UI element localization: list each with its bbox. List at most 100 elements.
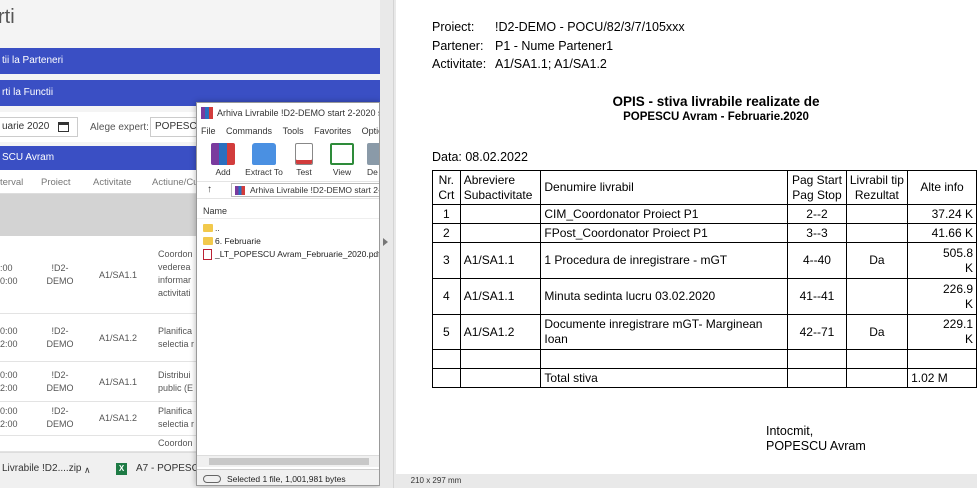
add-button[interactable]: Add (205, 141, 241, 181)
up-arrow-icon[interactable]: ↑ (207, 182, 212, 198)
cell-proiect: !D2- DEMO (46, 326, 74, 349)
download-item-zip[interactable]: Livrabile !D2....zip (2, 463, 81, 474)
cell-alte: 37.24 K (907, 204, 977, 224)
month-value: uarie 2020 (2, 121, 50, 132)
cell-activitate: A1/SA1.2 (98, 413, 138, 423)
sidebar-toggle[interactable] (380, 0, 394, 488)
table-header-row: Nr. Crt Abreviere Subactivitate Denumire l… (432, 170, 977, 205)
document-title: OPIS - stiva livrabile realizate de (612, 94, 820, 109)
extract-folder-icon (252, 143, 276, 165)
cell-proiect: !D2- DEMO (46, 263, 74, 286)
add-archive-icon (211, 143, 235, 165)
opis-table: Nr. Crt Abreviere Subactivitate Denumire l… (432, 170, 977, 388)
total-value: 1.02 M (907, 368, 977, 388)
expand-arrow-icon[interactable] (383, 238, 388, 246)
section-bar-parteneri[interactable]: tii la Parteneri (0, 48, 380, 74)
table-row[interactable]: Coordon (0, 436, 200, 452)
page-size-indicator: 210 x 297 mm (396, 474, 476, 488)
cell-abrev: A1/SA1.1 (459, 242, 542, 279)
pdf-file-icon (203, 249, 212, 260)
cell-denumire: CIM_Coordonator Proiect P1 (540, 204, 789, 224)
cell-actiune: Planifica selectia r (158, 406, 195, 429)
menu-commands[interactable]: Commands (226, 126, 272, 136)
folder-icon (203, 224, 213, 232)
cell-interval: 0:00 2:00 (0, 326, 18, 349)
signer-label: Intocmit, (766, 424, 814, 438)
col-proiect[interactable]: Proiect (41, 177, 71, 188)
cell-alte: 229.1 K (907, 314, 977, 350)
document-date: Data: 08.02.2022 (432, 150, 528, 164)
cell-nr: 2 (432, 223, 461, 243)
cell-nr: 4 (432, 278, 461, 315)
menu-tools[interactable]: Tools (283, 126, 304, 136)
cell-tip (845, 223, 909, 243)
col-actiune[interactable]: Actiune/Cu (152, 177, 198, 188)
toolbar: Add Extract To Test View De (197, 139, 379, 181)
cell-pag: 3--3 (787, 223, 847, 243)
horizontal-scrollbar[interactable] (197, 455, 379, 467)
cell-actiune: Distribui public (E (158, 370, 194, 393)
winrar-icon (201, 107, 213, 119)
cell-pag: 2--2 (787, 204, 847, 224)
web-header: rti (0, 0, 380, 38)
cell-abrev: A1/SA1.2 (459, 314, 542, 350)
view-book-icon (330, 143, 354, 165)
header-denumire: Denumire livrabil (540, 170, 789, 205)
header-pag: Pag Start Pag Stop (787, 170, 847, 205)
cell-activitate: A1/SA1.1 (98, 270, 138, 280)
table-row[interactable]: 0:00 2:00 !D2- DEMO A1/SA1.1 Distribui publ… (0, 362, 200, 402)
table-row[interactable]: 0:00 2:00 !D2- DEMO A1/SA1.2 Planifica sele… (0, 402, 200, 436)
scrollbar-thumb[interactable] (209, 458, 369, 465)
menu-file[interactable]: File (201, 126, 216, 136)
table-row[interactable]: :00 0:00 !D2- DEMO A1/SA1.1 Coordon vederea… (0, 236, 200, 314)
signature-block: Intocmit, POPESCU Avram (766, 424, 866, 454)
table-row[interactable]: 0:00 2:00 !D2- DEMO A1/SA1.2 Planifica sele… (0, 314, 200, 362)
table-row: 2 FPost_Coordonator Proiect P1 3--3 41.6… (432, 223, 977, 243)
view-button[interactable]: View (325, 141, 359, 181)
cell-nr: 1 (432, 204, 461, 224)
header-alte: Alte info (907, 170, 977, 205)
extract-to-button[interactable]: Extract To (243, 141, 285, 181)
table-row-total: Total stiva 1.02 M (432, 368, 977, 388)
cell-tip: Da (845, 242, 909, 279)
expert-label: Alege expert: (90, 122, 149, 133)
header-abreviere: Abreviere Subactivitate (459, 170, 542, 205)
cell-tip (845, 278, 909, 315)
cell-abrev (459, 204, 542, 224)
table-row: 4 A1/SA1.1 Minuta sedinta lucru 03.02.20… (432, 278, 977, 315)
folder-icon (203, 237, 213, 245)
delete-button[interactable]: De (363, 141, 379, 181)
cell-nr: 3 (432, 242, 461, 279)
table-row: 5 A1/SA1.2 Documente inregistrare mGT- M… (432, 314, 977, 350)
archive-icon (235, 186, 245, 195)
menu-options[interactable]: Options (362, 126, 379, 136)
file-row-pdf[interactable]: _LT_POPESCU Avram_Februarie_2020.pdf (201, 248, 379, 261)
menu-bar: File Commands Tools Favorites Options (197, 123, 379, 139)
column-name[interactable]: Name (197, 203, 379, 219)
cell-alte: 41.66 K (907, 223, 977, 243)
path-field[interactable]: Arhiva Livrabile !D2-DEMO start 2-2 (231, 183, 379, 197)
menu-favorites[interactable]: Favorites (314, 126, 351, 136)
cell-activitate: A1/SA1.2 (98, 333, 138, 343)
pdf-viewer: Proiect: !D2-DEMO - POCU/82/3/7/105xxx Pa… (380, 0, 977, 488)
month-picker[interactable]: uarie 2020 (0, 117, 78, 137)
cell-proiect: !D2- DEMO (46, 370, 74, 393)
cell-abrev: A1/SA1.1 (459, 278, 542, 315)
cell-abrev (459, 223, 542, 243)
calendar-icon[interactable] (58, 122, 69, 132)
col-activitate[interactable]: Activitate (93, 177, 132, 188)
test-button[interactable]: Test (287, 141, 321, 181)
col-interval[interactable]: terval (0, 177, 23, 188)
status-bar: Selected 1 file, 1,001,981 bytes (197, 469, 379, 485)
file-row-folder[interactable]: 6. Februarie (201, 235, 379, 248)
cell-alte: 505.8 K (907, 242, 977, 279)
chevron-up-icon[interactable]: ∧ (84, 465, 91, 476)
cell-denumire: Documente inregistrare mGT- Marginean Ioa… (540, 314, 789, 350)
header-nr: Nr. Crt (432, 170, 461, 205)
file-row-parent[interactable]: .. (201, 222, 379, 235)
path-bar: ↑ Arhiva Livrabile !D2-DEMO start 2-2 (197, 181, 379, 199)
winrar-window: Arhiva Livrabile !D2-DEMO start 2-2020 s… (196, 102, 380, 486)
cell-interval: 0:00 2:00 (0, 406, 18, 429)
cell-denumire: 1 Procedura de inregistrare - mGT (540, 242, 789, 279)
delete-bin-icon (367, 143, 379, 165)
